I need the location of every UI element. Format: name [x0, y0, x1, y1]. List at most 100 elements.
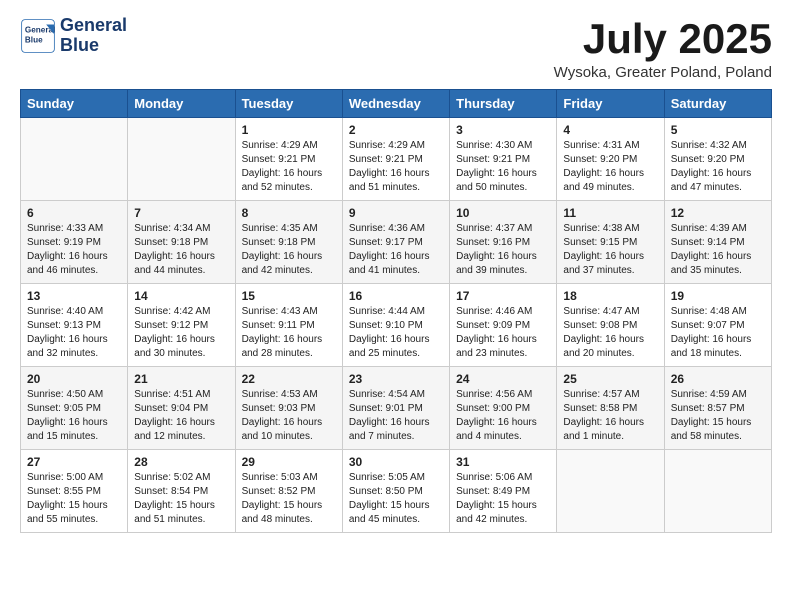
day-info: Sunrise: 4:53 AM Sunset: 9:03 PM Dayligh…: [242, 388, 336, 444]
page-header: General Blue General Blue July 2025 Wyso…: [20, 16, 772, 81]
day-info: Sunrise: 4:29 AM Sunset: 9:21 PM Dayligh…: [242, 139, 336, 195]
day-info: Sunrise: 4:33 AM Sunset: 9:19 PM Dayligh…: [27, 222, 121, 278]
calendar-cell: 28 Sunrise: 5:02 AM Sunset: 8:54 PM Dayli…: [128, 450, 235, 533]
day-info: Sunrise: 4:44 AM Sunset: 9:10 PM Dayligh…: [349, 305, 443, 361]
day-number: 26: [671, 372, 765, 386]
day-info: Sunrise: 4:43 AM Sunset: 9:11 PM Dayligh…: [242, 305, 336, 361]
calendar-cell: 9 Sunrise: 4:36 AM Sunset: 9:17 PM Daylig…: [342, 201, 449, 284]
day-info: Sunrise: 4:35 AM Sunset: 9:18 PM Dayligh…: [242, 222, 336, 278]
logo-icon: General Blue: [20, 18, 56, 54]
title-block: July 2025 Wysoka, Greater Poland, Poland: [554, 16, 772, 81]
day-number: 13: [27, 289, 121, 303]
day-info: Sunrise: 4:57 AM Sunset: 8:58 PM Dayligh…: [563, 388, 657, 444]
day-number: 7: [134, 206, 228, 220]
day-number: 16: [349, 289, 443, 303]
day-info: Sunrise: 4:38 AM Sunset: 9:15 PM Dayligh…: [563, 222, 657, 278]
day-number: 22: [242, 372, 336, 386]
calendar-cell: [664, 450, 771, 533]
day-info: Sunrise: 4:36 AM Sunset: 9:17 PM Dayligh…: [349, 222, 443, 278]
day-number: 8: [242, 206, 336, 220]
calendar-cell: [128, 118, 235, 201]
day-number: 2: [349, 123, 443, 137]
calendar-cell: 11Sunrise: 4:38 AM Sunset: 9:15 PM Dayli…: [557, 201, 664, 284]
day-number: 9: [349, 206, 443, 220]
week-row-1: 1 Sunrise: 4:29 AM Sunset: 9:21 PM Daylig…: [21, 118, 772, 201]
day-number: 4: [563, 123, 657, 137]
location-subtitle: Wysoka, Greater Poland, Poland: [554, 64, 772, 81]
day-number: 23: [349, 372, 443, 386]
day-info: Sunrise: 4:59 AM Sunset: 8:57 PM Dayligh…: [671, 388, 765, 444]
week-row-4: 20 Sunrise: 4:50 AM Sunset: 9:05 PM Dayli…: [21, 367, 772, 450]
calendar-cell: 4 Sunrise: 4:31 AM Sunset: 9:20 PM Daylig…: [557, 118, 664, 201]
weekday-header-friday: Friday: [557, 90, 664, 118]
calendar-cell: 31Sunrise: 5:06 AM Sunset: 8:49 PM Dayli…: [450, 450, 557, 533]
week-row-2: 6Sunrise: 4:33 AM Sunset: 9:19 PM Daylig…: [21, 201, 772, 284]
calendar-cell: 2 Sunrise: 4:29 AM Sunset: 9:21 PM Daylig…: [342, 118, 449, 201]
day-info: Sunrise: 4:47 AM Sunset: 9:08 PM Dayligh…: [563, 305, 657, 361]
day-number: 24: [456, 372, 550, 386]
calendar-cell: 7 Sunrise: 4:34 AM Sunset: 9:18 PM Daylig…: [128, 201, 235, 284]
calendar-cell: 6Sunrise: 4:33 AM Sunset: 9:19 PM Daylig…: [21, 201, 128, 284]
day-number: 15: [242, 289, 336, 303]
calendar-cell: 24 Sunrise: 4:56 AM Sunset: 9:00 PM Dayli…: [450, 367, 557, 450]
weekday-header-sunday: Sunday: [21, 90, 128, 118]
calendar-cell: 23 Sunrise: 4:54 AM Sunset: 9:01 PM Dayli…: [342, 367, 449, 450]
day-number: 28: [134, 455, 228, 469]
day-info: Sunrise: 4:54 AM Sunset: 9:01 PM Dayligh…: [349, 388, 443, 444]
day-info: Sunrise: 4:56 AM Sunset: 9:00 PM Dayligh…: [456, 388, 550, 444]
calendar-cell: 3Sunrise: 4:30 AM Sunset: 9:21 PM Daylig…: [450, 118, 557, 201]
day-number: 19: [671, 289, 765, 303]
day-info: Sunrise: 5:03 AM Sunset: 8:52 PM Dayligh…: [242, 471, 336, 527]
calendar-cell: 14 Sunrise: 4:42 AM Sunset: 9:12 PM Dayli…: [128, 284, 235, 367]
day-info: Sunrise: 5:05 AM Sunset: 8:50 PM Dayligh…: [349, 471, 443, 527]
day-number: 25: [563, 372, 657, 386]
day-info: Sunrise: 4:32 AM Sunset: 9:20 PM Dayligh…: [671, 139, 765, 195]
day-info: Sunrise: 4:29 AM Sunset: 9:21 PM Dayligh…: [349, 139, 443, 195]
day-info: Sunrise: 5:02 AM Sunset: 8:54 PM Dayligh…: [134, 471, 228, 527]
day-number: 17: [456, 289, 550, 303]
calendar-cell: 25 Sunrise: 4:57 AM Sunset: 8:58 PM Dayli…: [557, 367, 664, 450]
calendar-cell: 19Sunrise: 4:48 AM Sunset: 9:07 PM Dayli…: [664, 284, 771, 367]
week-row-3: 13 Sunrise: 4:40 AM Sunset: 9:13 PM Dayli…: [21, 284, 772, 367]
day-info: Sunrise: 4:50 AM Sunset: 9:05 PM Dayligh…: [27, 388, 121, 444]
logo-text: General Blue: [60, 16, 127, 56]
calendar-cell: 27Sunrise: 5:00 AM Sunset: 8:55 PM Dayli…: [21, 450, 128, 533]
day-info: Sunrise: 4:31 AM Sunset: 9:20 PM Dayligh…: [563, 139, 657, 195]
calendar-table: SundayMondayTuesdayWednesdayThursdayFrid…: [20, 89, 772, 533]
day-info: Sunrise: 4:39 AM Sunset: 9:14 PM Dayligh…: [671, 222, 765, 278]
day-info: Sunrise: 4:37 AM Sunset: 9:16 PM Dayligh…: [456, 222, 550, 278]
day-number: 5: [671, 123, 765, 137]
day-info: Sunrise: 4:40 AM Sunset: 9:13 PM Dayligh…: [27, 305, 121, 361]
day-info: Sunrise: 4:51 AM Sunset: 9:04 PM Dayligh…: [134, 388, 228, 444]
day-number: 12: [671, 206, 765, 220]
day-number: 1: [242, 123, 336, 137]
day-info: Sunrise: 4:46 AM Sunset: 9:09 PM Dayligh…: [456, 305, 550, 361]
day-number: 27: [27, 455, 121, 469]
weekday-header-wednesday: Wednesday: [342, 90, 449, 118]
day-number: 20: [27, 372, 121, 386]
calendar-cell: 5 Sunrise: 4:32 AM Sunset: 9:20 PM Daylig…: [664, 118, 771, 201]
day-number: 3: [456, 123, 550, 137]
logo: General Blue General Blue: [20, 16, 127, 56]
calendar-cell: 12 Sunrise: 4:39 AM Sunset: 9:14 PM Dayli…: [664, 201, 771, 284]
calendar-cell: 8 Sunrise: 4:35 AM Sunset: 9:18 PM Daylig…: [235, 201, 342, 284]
weekday-header-tuesday: Tuesday: [235, 90, 342, 118]
calendar-cell: 16 Sunrise: 4:44 AM Sunset: 9:10 PM Dayli…: [342, 284, 449, 367]
calendar-cell: 1 Sunrise: 4:29 AM Sunset: 9:21 PM Daylig…: [235, 118, 342, 201]
calendar-cell: [557, 450, 664, 533]
day-info: Sunrise: 4:42 AM Sunset: 9:12 PM Dayligh…: [134, 305, 228, 361]
day-number: 14: [134, 289, 228, 303]
day-info: Sunrise: 4:34 AM Sunset: 9:18 PM Dayligh…: [134, 222, 228, 278]
week-row-5: 27Sunrise: 5:00 AM Sunset: 8:55 PM Dayli…: [21, 450, 772, 533]
day-number: 10: [456, 206, 550, 220]
day-number: 21: [134, 372, 228, 386]
calendar-cell: 17 Sunrise: 4:46 AM Sunset: 9:09 PM Dayli…: [450, 284, 557, 367]
svg-text:Blue: Blue: [25, 35, 43, 44]
calendar-cell: 29 Sunrise: 5:03 AM Sunset: 8:52 PM Dayli…: [235, 450, 342, 533]
weekday-header-monday: Monday: [128, 90, 235, 118]
calendar-cell: 20 Sunrise: 4:50 AM Sunset: 9:05 PM Dayli…: [21, 367, 128, 450]
day-number: 29: [242, 455, 336, 469]
calendar-cell: [21, 118, 128, 201]
day-number: 18: [563, 289, 657, 303]
weekday-header-saturday: Saturday: [664, 90, 771, 118]
